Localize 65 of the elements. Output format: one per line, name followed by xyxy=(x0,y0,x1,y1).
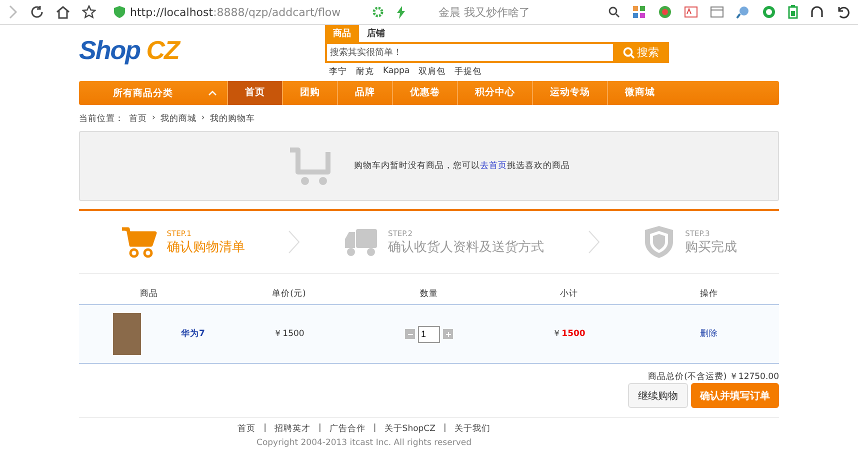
chevron-up-icon xyxy=(208,90,217,96)
step-title: 确认购物清单 xyxy=(166,238,245,256)
plus-icon xyxy=(446,332,450,336)
footer-separator: | xyxy=(443,423,446,435)
footer-separator: | xyxy=(264,423,267,435)
chevron-right-icon xyxy=(288,230,300,254)
empty-cart-message: 购物车内暂时没有商品，您可以去首页挑选喜欢的商品 xyxy=(354,160,570,172)
nav-item[interactable]: 首页 xyxy=(227,81,282,105)
subtotal: ￥1500 xyxy=(552,328,586,340)
home-icon[interactable] xyxy=(56,5,70,19)
step-title: 确认收货人资料及送货方式 xyxy=(388,238,544,256)
breadcrumb-label: 当前位置： xyxy=(79,113,124,125)
headphones-icon[interactable] xyxy=(810,5,824,19)
shop-logo[interactable]: Shop CZ xyxy=(79,25,325,66)
shield-icon xyxy=(114,6,125,18)
product-name-link[interactable]: 华为7 xyxy=(181,328,205,340)
gear-icon[interactable] xyxy=(372,6,384,18)
quantity-field[interactable]: 1 xyxy=(418,326,440,342)
column-header: 单价(元) xyxy=(271,288,307,300)
star-icon[interactable] xyxy=(82,5,96,19)
magnifier-icon[interactable] xyxy=(736,5,750,19)
footer-link[interactable]: 广告合作 xyxy=(329,423,366,435)
search-field[interactable]: 搜索其实很简单！ xyxy=(325,42,613,63)
column-header: 小计 xyxy=(559,288,579,300)
extension-icon[interactable] xyxy=(632,5,646,19)
search-tab[interactable]: 店铺 xyxy=(359,25,393,42)
footer-link[interactable]: 关于ShopCZ xyxy=(384,423,436,435)
product-photo-placeholder xyxy=(113,313,141,355)
footer-link[interactable]: 首页 xyxy=(238,423,256,435)
breadcrumb-separator: › xyxy=(152,113,156,125)
column-header: 操作 xyxy=(699,288,719,300)
continue-shopping-button[interactable]: 继续购物 xyxy=(628,383,688,408)
column-header: 数量 xyxy=(419,288,439,300)
column-header: 商品 xyxy=(139,288,159,300)
breadcrumb-link[interactable]: 我的商城 xyxy=(160,113,196,125)
hot-search-link[interactable]: 双肩包 xyxy=(418,66,446,78)
delete-link[interactable]: 删除 xyxy=(700,328,718,340)
hot-search-link[interactable]: 耐克 xyxy=(356,66,374,78)
home-link[interactable]: 去首页 xyxy=(480,161,507,171)
battery-icon[interactable] xyxy=(788,5,798,19)
reload-icon[interactable] xyxy=(30,5,44,19)
hot-search-link[interactable]: Kappa xyxy=(383,66,410,78)
breadcrumb-separator: › xyxy=(201,113,205,125)
order-total: 商品总价(不含运费) ￥12750.00 xyxy=(647,371,779,383)
chevron-right-icon xyxy=(588,230,600,254)
hot-search-link[interactable]: 李宁 xyxy=(329,66,347,78)
breadcrumb-link[interactable]: 我的购物车 xyxy=(210,113,255,125)
breadcrumb-link[interactable]: 首页 xyxy=(129,113,147,125)
unit-price: ￥1500 xyxy=(272,328,306,340)
window-icon[interactable] xyxy=(710,5,724,19)
browser-search-field[interactable]: 金晨 我又炒作啥了 xyxy=(438,4,596,20)
circle-icon[interactable] xyxy=(762,5,776,19)
footer-link[interactable]: 招聘英才 xyxy=(274,423,311,435)
hot-search-link[interactable]: 手提包 xyxy=(454,66,482,78)
extension-icon[interactable] xyxy=(658,5,672,19)
copyright-text: Copyright 2004-2013 itcast Inc. All rights reserved xyxy=(256,437,472,448)
footer-link[interactable]: 关于我们 xyxy=(454,423,490,435)
lightning-icon[interactable] xyxy=(396,6,406,18)
footer-separator: | xyxy=(318,423,322,435)
search-icon xyxy=(623,46,635,58)
step-title: 购买完成 xyxy=(685,238,738,256)
address-field[interactable]: http://localhost:8888/qzp/addcart/flow xyxy=(114,6,360,18)
undo-icon[interactable] xyxy=(836,5,850,19)
search-icon[interactable] xyxy=(608,6,620,18)
footer-separator: | xyxy=(373,423,376,435)
